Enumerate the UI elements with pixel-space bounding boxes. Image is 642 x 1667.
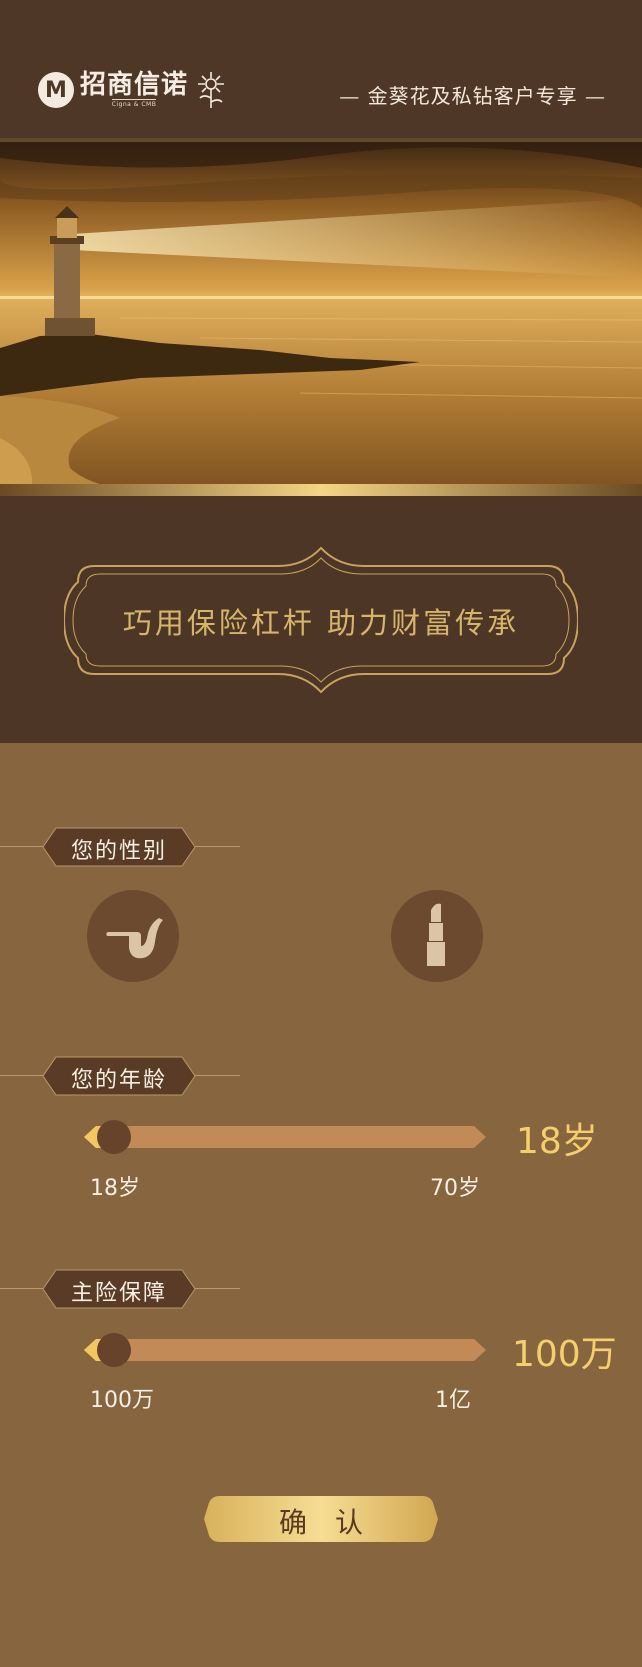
gender-label: 您的性别 [70,839,167,864]
age-slider[interactable] [84,1120,486,1154]
logo: M 招商信诺 Cigna & CMB [38,70,228,110]
coverage-slider[interactable] [84,1333,486,1367]
tagline: — 金葵花及私钻客户专享 — [339,84,606,108]
gender-option-male[interactable] [87,890,179,982]
logo-text: 招商信诺 [80,70,189,100]
coverage-current-value: 100万 [512,1334,617,1375]
coverage-slider-thumb[interactable] [97,1333,131,1367]
pipe-icon [106,918,163,959]
age-min-label: 18岁 [90,1176,140,1201]
logo-mark-icon: M [38,72,74,108]
coverage-min-label: 100万 [90,1388,154,1413]
coverage-max-label: 1亿 [435,1388,471,1413]
gender-option-female[interactable] [391,890,483,982]
header: M 招商信诺 Cigna & CMB — 金葵花及私钻客户专享 — [0,0,642,138]
age-label: 您的年龄 [70,1068,167,1093]
age-max-label: 70岁 [430,1176,480,1201]
logo-subtext: Cigna & CMB [111,99,157,108]
slogan-text: 巧用保险杠杆 助力财富传承 [122,606,520,640]
coverage-label: 主险保障 [70,1281,167,1306]
confirm-button[interactable]: 确认 [204,1494,438,1544]
lipstick-icon [427,903,445,966]
age-current-value: 18岁 [516,1121,598,1162]
age-slider-track[interactable] [84,1126,486,1148]
coverage-slider-track[interactable] [84,1339,486,1361]
sunflower-icon [198,72,225,108]
lighthouse-image [0,138,642,496]
age-slider-thumb[interactable] [97,1120,131,1154]
confirm-button-label: 确认 [278,1506,391,1539]
coverage-section-label: 主险保障 [0,1269,240,1309]
age-section-label: 您的年龄 [0,1056,240,1096]
gender-section-label: 您的性别 [0,827,240,867]
